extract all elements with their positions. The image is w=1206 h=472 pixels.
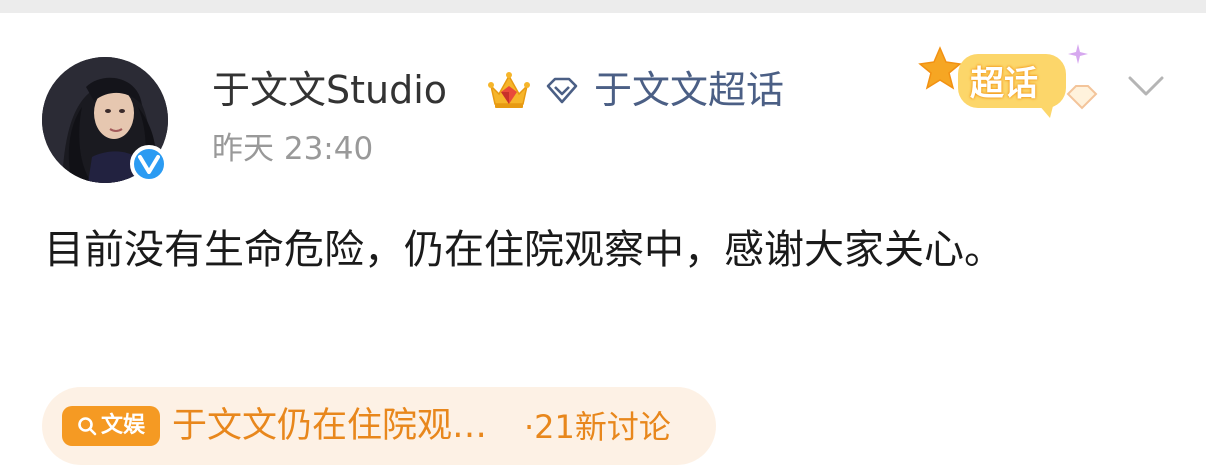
crown-icon [488,72,530,108]
supertopic-sticker-label: 超话 [970,64,1038,104]
post-timestamp: 昨天 23:40 [212,131,374,167]
topic-title[interactable]: 于文文仍在住院观… [172,403,487,449]
chevron-down-icon[interactable] [1124,70,1168,100]
search-icon [78,417,97,436]
author-avatar[interactable] [42,57,168,183]
author-name[interactable]: 于文文Studio [212,66,447,114]
verified-badge-icon [130,145,168,183]
topic-category-label: 文娱 [100,413,145,438]
diamond-icon [546,77,578,104]
topic-category-badge: 文娱 [62,406,160,446]
top-separator [0,0,1206,13]
post-body-text: 目前没有生命危险，仍在住院观察中，感谢大家关心。 [44,227,1004,273]
topic-discussion-count: ·21新讨论 [524,408,671,446]
supertopic-link[interactable]: 于文文超话 [594,66,784,114]
